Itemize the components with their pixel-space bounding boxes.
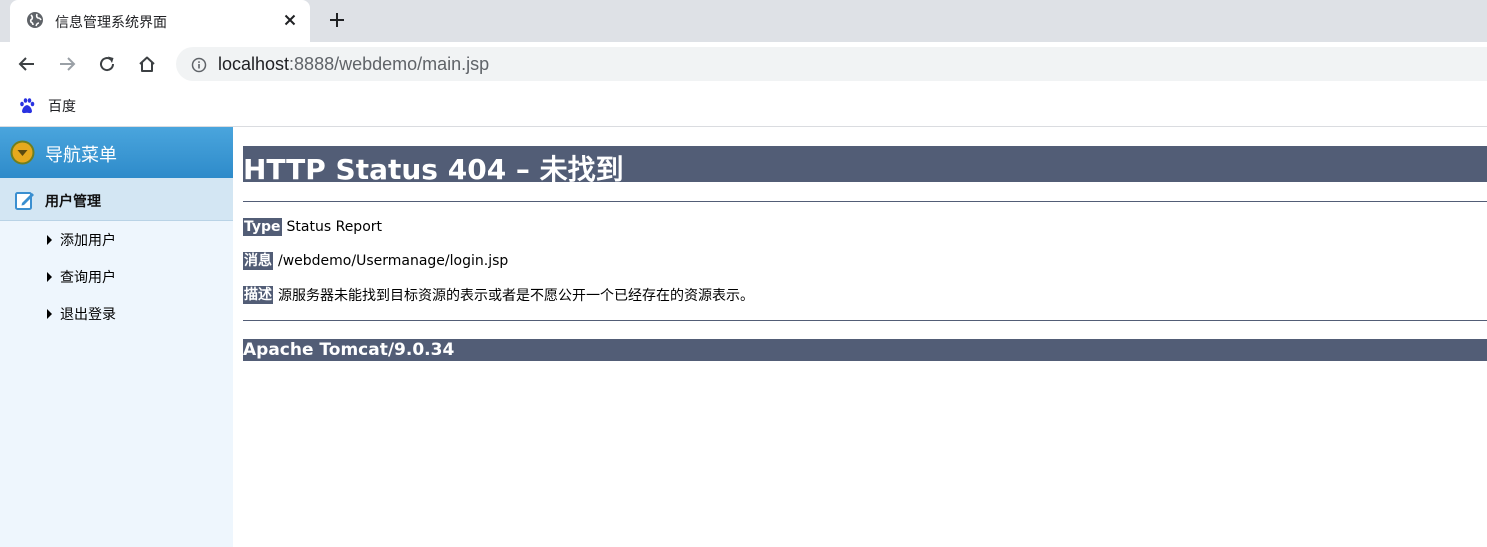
browser-toolbar: localhost:8888/webdemo/main.jsp: [0, 42, 1487, 86]
sidebar-item-label: 退出登录: [60, 307, 116, 323]
caret-right-icon: [47, 272, 52, 282]
server-footer-bar: Apache Tomcat/9.0.34: [243, 339, 1487, 361]
sidebar-item-logout[interactable]: 退出登录: [47, 304, 116, 324]
close-tab-icon[interactable]: [281, 11, 299, 29]
caret-right-icon: [47, 235, 52, 245]
row-key: 描述: [243, 286, 273, 304]
main-content-frame: HTTP Status 404 – 未找到 Type Status Report…: [233, 127, 1487, 547]
error-message-row: 消息 /webdemo/Usermanage/login.jsp: [243, 251, 508, 271]
error-type-row: Type Status Report: [243, 217, 382, 237]
sidebar-section-user-management[interactable]: 用户管理: [0, 178, 233, 221]
nav-menu-title: 导航菜单: [45, 145, 117, 166]
caret-right-icon: [47, 309, 52, 319]
back-arrow-icon[interactable]: [17, 54, 37, 74]
row-value: Status Report: [286, 219, 383, 235]
divider: [243, 320, 1487, 321]
baidu-paw-icon: [20, 98, 35, 114]
error-heading: HTTP Status 404 – 未找到: [243, 153, 624, 186]
bookmark-label: 百度: [48, 99, 76, 115]
row-key: Type: [243, 218, 282, 236]
error-description-row: 描述 源服务器未能找到目标资源的表示或者是不愿公开一个已经存在的资源表示。: [243, 285, 754, 305]
browser-tab[interactable]: 信息管理系统界面: [10, 0, 310, 42]
info-icon[interactable]: [191, 57, 207, 73]
expand-circle-icon: [10, 140, 35, 165]
tab-title: 信息管理系统界面: [55, 15, 167, 31]
server-version: Apache Tomcat/9.0.34: [243, 340, 455, 360]
new-tab-icon[interactable]: [327, 10, 347, 30]
row-value: 源服务器未能找到目标资源的表示或者是不愿公开一个已经存在的资源表示。: [278, 288, 754, 304]
globe-icon: [27, 12, 43, 28]
row-key: 消息: [243, 252, 273, 270]
section-label: 用户管理: [45, 194, 101, 210]
edit-icon: [15, 192, 34, 210]
home-icon[interactable]: [137, 54, 157, 74]
url-text: localhost:8888/webdemo/main.jsp: [218, 54, 490, 74]
sidebar-item-label: 查询用户: [60, 270, 116, 286]
sidebar-item-label: 添加用户: [60, 233, 116, 249]
reload-icon[interactable]: [97, 54, 117, 74]
row-value: /webdemo/Usermanage/login.jsp: [278, 253, 509, 269]
nav-menu-header[interactable]: 导航菜单: [0, 127, 233, 178]
bookmark-baidu[interactable]: 百度: [18, 95, 76, 117]
bookmarks-bar: 百度: [0, 86, 1487, 126]
address-bar[interactable]: localhost:8888/webdemo/main.jsp: [176, 47, 1487, 81]
forward-arrow-icon[interactable]: [57, 54, 77, 74]
sidebar: 导航菜单 用户管理 添加用户 查询用户 退出登录: [0, 127, 233, 547]
error-heading-bar: HTTP Status 404 – 未找到: [243, 146, 1487, 186]
divider: [243, 201, 1487, 202]
tab-strip: 信息管理系统界面: [0, 0, 1487, 42]
sidebar-item-add-user[interactable]: 添加用户: [47, 230, 116, 250]
sidebar-item-query-user[interactable]: 查询用户: [47, 267, 116, 287]
